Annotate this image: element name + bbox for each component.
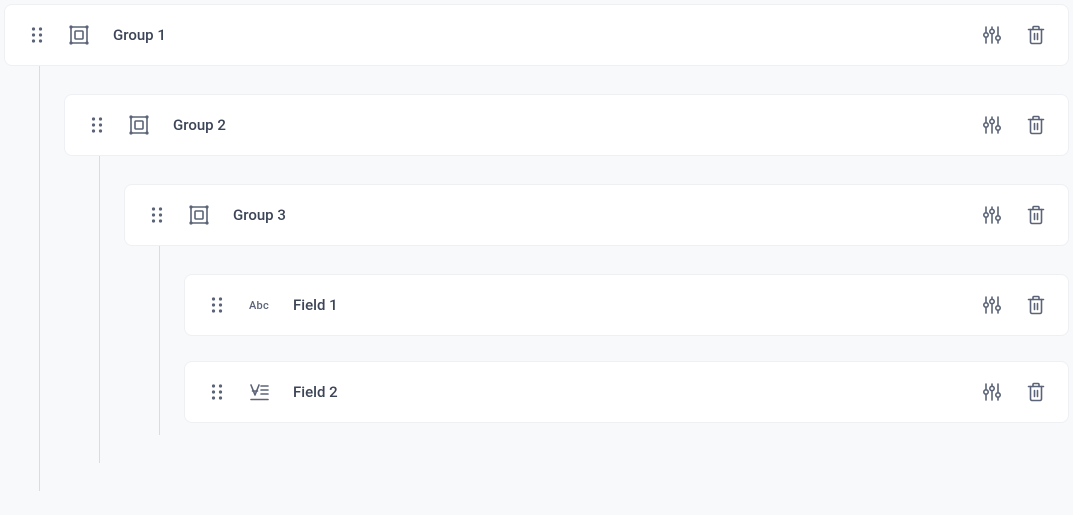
node-row[interactable]: Group 2 xyxy=(64,94,1069,156)
delete-button[interactable] xyxy=(1024,113,1048,137)
tree-connector xyxy=(124,246,184,435)
text-field-icon: Abc xyxy=(247,293,271,317)
node-row[interactable]: Abc Field 1 xyxy=(184,274,1069,336)
settings-button[interactable] xyxy=(980,113,1004,137)
row-left: Abc Field 1 xyxy=(209,293,980,317)
node-row[interactable]: Group 3 xyxy=(124,184,1069,246)
row-left: Group 1 xyxy=(29,23,980,47)
group-icon xyxy=(187,203,211,227)
textarea-icon xyxy=(247,380,271,404)
settings-button[interactable] xyxy=(980,380,1004,404)
children-container: Abc Field 1 xyxy=(124,246,1069,435)
row-left: Group 3 xyxy=(149,203,980,227)
node-label: Field 2 xyxy=(293,383,338,401)
delete-button[interactable] xyxy=(1024,203,1048,227)
tree-connector xyxy=(4,66,64,491)
row-right xyxy=(980,203,1048,227)
row-right xyxy=(980,380,1048,404)
drag-handle-icon[interactable] xyxy=(89,113,105,137)
children-container: Group 2 xyxy=(4,66,1069,491)
drag-handle-icon[interactable] xyxy=(209,380,225,404)
settings-button[interactable] xyxy=(980,293,1004,317)
drag-handle-icon[interactable] xyxy=(149,203,165,227)
row-right xyxy=(980,23,1048,47)
tree-node-group2: Group 2 xyxy=(64,94,1069,463)
node-label: Group 1 xyxy=(113,26,166,44)
tree-node-group3: Group 3 xyxy=(124,184,1069,435)
tree-connector xyxy=(64,156,124,463)
group-icon xyxy=(127,113,151,137)
delete-button[interactable] xyxy=(1024,380,1048,404)
settings-button[interactable] xyxy=(980,203,1004,227)
row-right xyxy=(980,293,1048,317)
delete-button[interactable] xyxy=(1024,23,1048,47)
node-label: Group 3 xyxy=(233,206,286,224)
row-left: Group 2 xyxy=(89,113,980,137)
group-icon xyxy=(67,23,91,47)
row-left: Field 2 xyxy=(209,380,980,404)
node-row[interactable]: Field 2 xyxy=(184,361,1069,423)
tree-node-field2: Field 2 xyxy=(184,361,1069,423)
drag-handle-icon[interactable] xyxy=(29,23,45,47)
children-container: Group 3 xyxy=(64,156,1069,463)
node-label: Group 2 xyxy=(173,116,226,134)
node-label: Field 1 xyxy=(293,296,338,314)
node-row[interactable]: Group 1 xyxy=(4,4,1069,66)
tree-node-group1: Group 1 xyxy=(4,4,1069,491)
row-right xyxy=(980,113,1048,137)
delete-button[interactable] xyxy=(1024,293,1048,317)
settings-button[interactable] xyxy=(980,23,1004,47)
tree-node-field1: Abc Field 1 xyxy=(184,274,1069,336)
drag-handle-icon[interactable] xyxy=(209,293,225,317)
